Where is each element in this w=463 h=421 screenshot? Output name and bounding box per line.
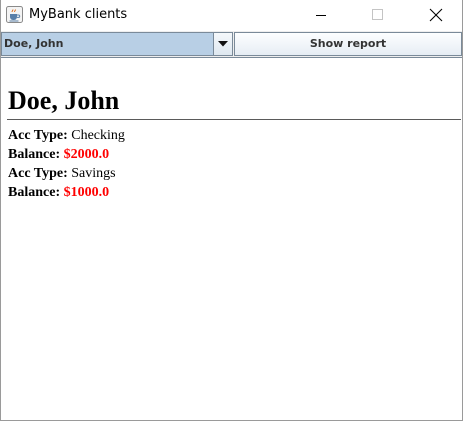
client-select[interactable]: Doe, John xyxy=(1,32,233,56)
client-select-value: Doe, John xyxy=(4,37,64,50)
acc-type-value: Savings xyxy=(71,166,116,181)
client-name-heading: Doe, John xyxy=(8,86,120,115)
toolbar: Doe, John Show report xyxy=(1,31,462,58)
close-icon[interactable] xyxy=(412,0,458,31)
account-type-line: Acc Type: Checking xyxy=(8,126,460,145)
title-bar[interactable]: MyBank clients xyxy=(1,0,462,31)
show-report-button[interactable]: Show report xyxy=(234,32,462,56)
balance-value: $2000.0 xyxy=(63,147,110,162)
balance-line: Balance: $1000.0 xyxy=(8,183,460,202)
acc-type-label: Acc Type: xyxy=(8,166,68,181)
balance-label: Balance: xyxy=(8,185,61,200)
balance-line: Balance: $2000.0 xyxy=(8,145,460,164)
acc-type-value: Checking xyxy=(71,128,125,143)
account-type-line: Acc Type: Savings xyxy=(8,164,460,183)
maximize-icon[interactable] xyxy=(354,0,400,31)
minimize-icon[interactable] xyxy=(298,0,344,31)
chevron-down-icon[interactable] xyxy=(213,33,232,55)
java-cup-icon xyxy=(6,6,23,23)
app-window: MyBank clients Doe, John Show report Doe… xyxy=(0,0,463,421)
report-panel: Doe, John Acc Type: Checking Balance: $2… xyxy=(7,86,461,200)
heading-divider xyxy=(7,119,461,120)
balance-value: $1000.0 xyxy=(63,185,110,200)
balance-label: Balance: xyxy=(8,147,61,162)
window-title: MyBank clients xyxy=(29,7,128,22)
account-list: Acc Type: Checking Balance: $2000.0 Acc … xyxy=(8,126,460,202)
acc-type-label: Acc Type: xyxy=(8,128,68,143)
